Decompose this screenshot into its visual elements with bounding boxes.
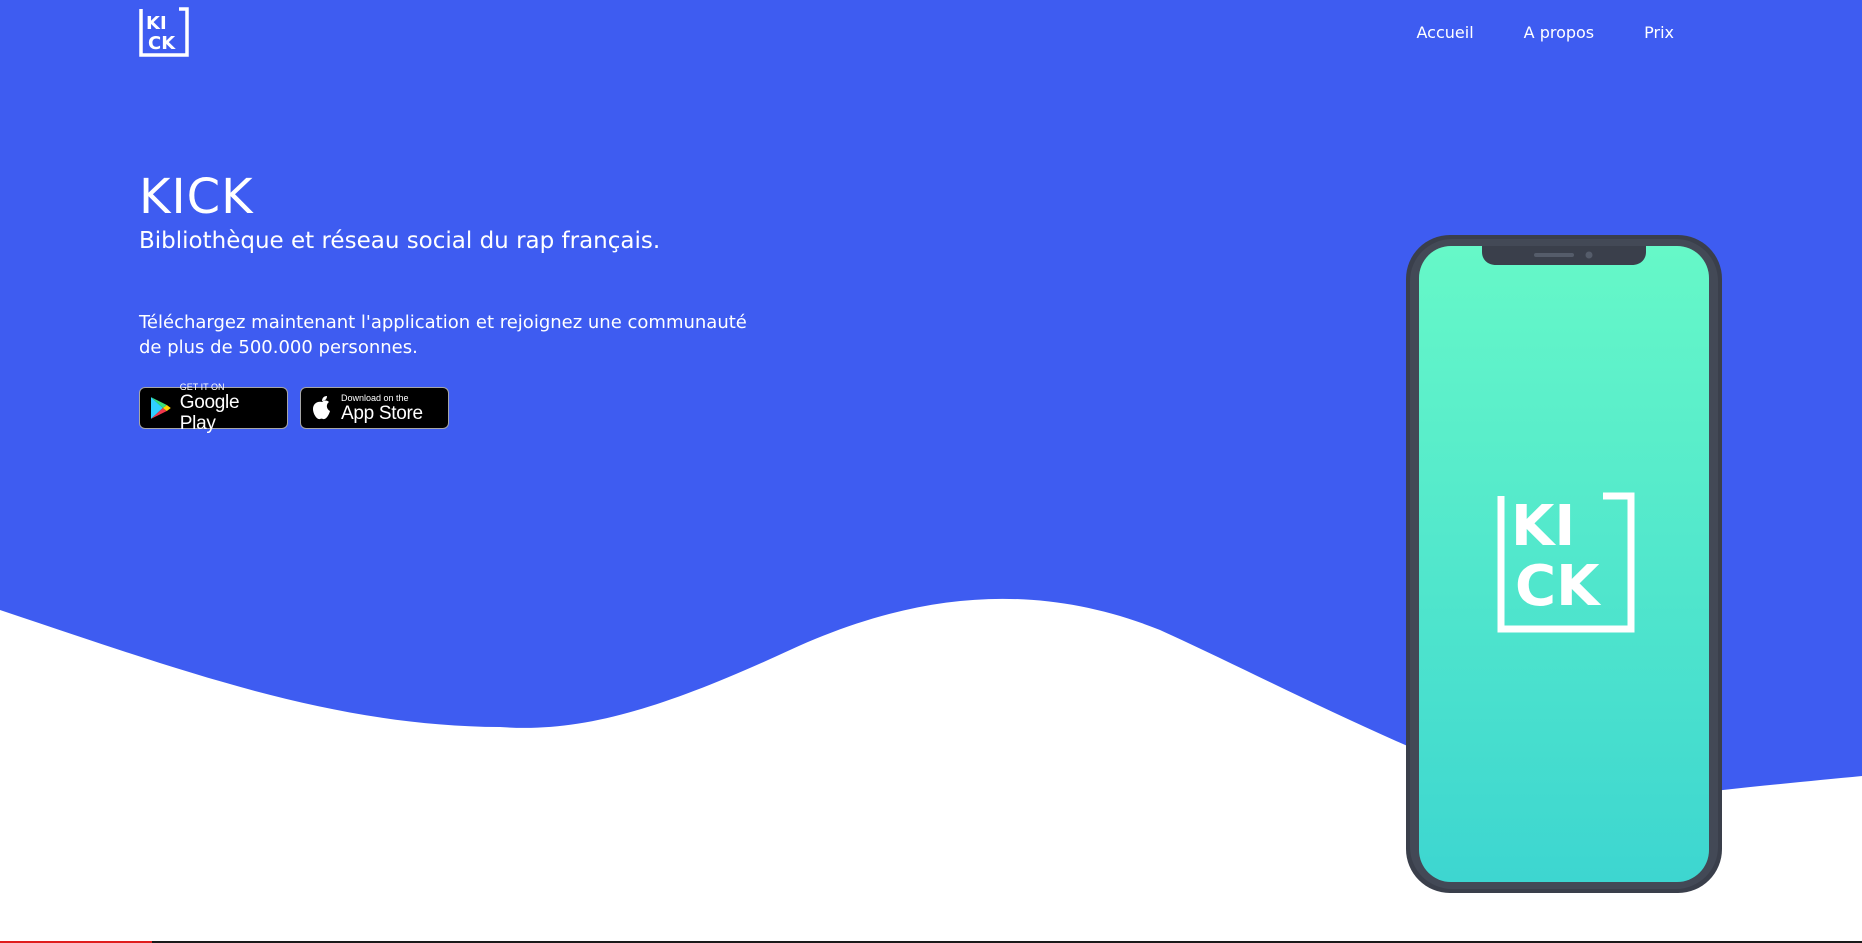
- google-play-button[interactable]: GET IT ON Google Play: [139, 382, 288, 434]
- google-play-small-label: GET IT ON: [179, 382, 225, 392]
- google-play-label: Google Play: [179, 392, 240, 434]
- hero-subtitle: Bibliothèque et réseau social du rap fra…: [139, 228, 661, 254]
- kick-logo-icon[interactable]: KI CK: [139, 7, 189, 57]
- hero-section: KICK Bibliothèque et réseau social du ra…: [139, 168, 779, 434]
- nav-item-prix[interactable]: Prix: [1644, 22, 1674, 44]
- svg-text:KI: KI: [1511, 494, 1575, 559]
- app-store-button[interactable]: Download on the App Store: [300, 387, 449, 429]
- google-play-icon: [150, 397, 171, 419]
- phone-camera: [1585, 251, 1593, 259]
- phone-speaker: [1534, 253, 1574, 257]
- app-store-label: App Store: [341, 402, 423, 424]
- hero-title: KICK: [139, 169, 254, 225]
- app-store-small-label: Download on the: [341, 392, 409, 403]
- nav-item-a-propos[interactable]: A propos: [1524, 22, 1594, 44]
- apple-icon: [313, 396, 330, 420]
- svg-text:CK: CK: [148, 33, 176, 54]
- nav-item-accueil[interactable]: Accueil: [1417, 22, 1474, 44]
- landing-page: KI CK Accueil A propos Prix KICK Bibliot…: [0, 0, 1862, 943]
- phone-mockup: KI CK: [1406, 235, 1722, 893]
- store-badges: GET IT ON Google Play Download on the Ap…: [139, 382, 449, 434]
- hero-description: Téléchargez maintenant l'application et …: [139, 312, 747, 358]
- svg-text:CK: CK: [1515, 554, 1602, 619]
- svg-text:KI: KI: [146, 13, 167, 34]
- top-nav: Accueil A propos Prix: [1417, 22, 1674, 44]
